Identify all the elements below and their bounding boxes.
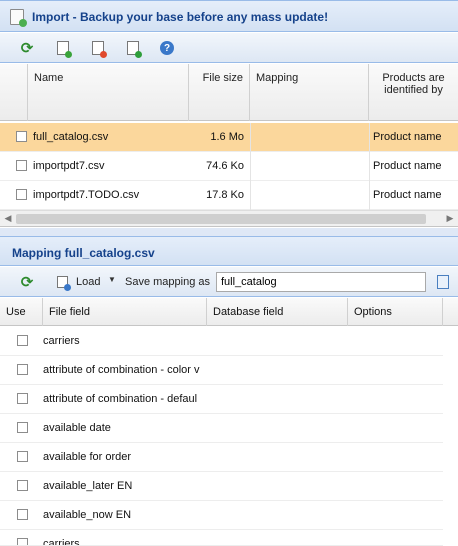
load-button[interactable]: Load — [76, 276, 100, 288]
column-database-field-label: Database field — [213, 306, 284, 318]
import-file-icon — [10, 9, 27, 27]
header-checkbox-column — [0, 64, 28, 121]
scroll-left-icon[interactable]: ◀ — [2, 213, 14, 225]
column-use-label: Use — [6, 306, 26, 318]
import-icon[interactable] — [124, 39, 142, 58]
column-options-label: Options — [354, 306, 392, 318]
use-checkbox[interactable] — [17, 393, 28, 404]
file-field: available date — [43, 422, 111, 434]
mapping-grid-header: Use File field Database field Options — [0, 298, 458, 326]
file-field: attribute of combination - defaul — [43, 393, 198, 405]
identified-by: Product name — [373, 160, 442, 172]
file-field: available_now EN — [43, 509, 132, 521]
column-file-field[interactable]: File field — [43, 298, 207, 326]
column-file-field-label: File field — [49, 306, 90, 318]
file-row[interactable]: importpdt7.TODO.csv 17.8 Ko Product name — [0, 181, 458, 210]
identified-by: Product name — [373, 189, 442, 201]
use-checkbox[interactable] — [17, 335, 28, 346]
load-icon[interactable] — [53, 273, 71, 291]
file-field: carriers — [43, 538, 80, 546]
mapping-toolbar: ⟳ Load ▼ Save mapping as — [0, 267, 458, 297]
file-field: available_later EN — [43, 480, 133, 492]
use-checkbox[interactable] — [17, 538, 28, 545]
file-field: carriers — [43, 335, 80, 347]
mapping-panel-header: Mapping full_catalog.csv — [0, 236, 458, 266]
scroll-thumb[interactable] — [16, 214, 426, 224]
file-row[interactable]: importpdt7.csv 74.6 Ko Product name — [0, 152, 458, 181]
file-name: full_catalog.csv — [33, 131, 109, 143]
mapping-row[interactable]: carriers — [0, 530, 443, 546]
mapping-name-input[interactable] — [216, 272, 426, 292]
mapping-row[interactable]: attribute of combination - color v — [0, 356, 443, 385]
use-checkbox[interactable] — [17, 480, 28, 491]
scroll-right-icon[interactable]: ▶ — [444, 213, 456, 225]
row-checkbox[interactable] — [16, 160, 27, 171]
column-mapping-label: Mapping — [256, 72, 299, 84]
use-checkbox[interactable] — [17, 422, 28, 433]
row-checkbox[interactable] — [16, 189, 27, 200]
column-identified-by[interactable]: Products are identified by — [369, 64, 458, 121]
file-field: attribute of combination - color v — [43, 364, 200, 376]
import-panel-title: Import - Backup your base before any mas… — [32, 10, 329, 24]
file-name: importpdt7.csv — [33, 160, 105, 172]
import-toolbar: ⟳ ? — [0, 33, 458, 63]
column-name[interactable]: Name — [28, 64, 189, 121]
save-mapping-icon[interactable] — [434, 273, 452, 291]
mapping-row[interactable]: available for order — [0, 443, 443, 472]
load-dropdown-icon[interactable]: ▼ — [108, 275, 116, 284]
save-mapping-label: Save mapping as — [125, 276, 210, 288]
column-options[interactable]: Options — [348, 298, 443, 326]
column-identified-by-label: Products are identified by — [382, 72, 445, 96]
mapping-panel-title: Mapping full_catalog.csv — [12, 246, 155, 260]
column-mapping[interactable]: Mapping — [250, 64, 369, 121]
use-checkbox[interactable] — [17, 509, 28, 520]
mapping-row[interactable]: available_now EN — [0, 501, 443, 530]
mapping-row[interactable]: available date — [0, 414, 443, 443]
delete-file-icon[interactable] — [89, 39, 107, 58]
mapping-row[interactable]: available_later EN — [0, 472, 443, 501]
column-file-size-label: File size — [202, 72, 243, 84]
file-size: 74.6 Ko — [206, 160, 244, 172]
help-icon[interactable]: ? — [158, 39, 176, 57]
file-row[interactable]: full_catalog.csv 1.6 Mo Product name — [0, 123, 458, 152]
mapping-row[interactable]: carriers — [0, 327, 443, 356]
refresh-icon[interactable]: ⟳ — [18, 39, 36, 57]
panel-splitter[interactable] — [0, 228, 458, 236]
horizontal-scrollbar[interactable]: ◀ ▶ — [0, 210, 458, 227]
identified-by: Product name — [373, 131, 442, 143]
import-panel-header: Import - Backup your base before any mas… — [0, 0, 458, 32]
file-size: 17.8 Ko — [206, 189, 244, 201]
column-file-size[interactable]: File size — [189, 64, 250, 121]
refresh-icon[interactable]: ⟳ — [18, 273, 36, 291]
use-checkbox[interactable] — [17, 451, 28, 462]
column-database-field[interactable]: Database field — [207, 298, 348, 326]
column-use[interactable]: Use — [0, 298, 43, 326]
column-name-label: Name — [34, 72, 64, 84]
row-checkbox[interactable] — [16, 131, 27, 142]
file-field: available for order — [43, 451, 132, 463]
use-checkbox[interactable] — [17, 364, 28, 375]
files-grid-header: Name File size Mapping Products are iden… — [0, 64, 458, 121]
mapping-row[interactable]: attribute of combination - defaul — [0, 385, 443, 414]
file-size: 1.6 Mo — [210, 131, 244, 143]
file-name: importpdt7.TODO.csv — [33, 189, 140, 201]
add-file-icon[interactable] — [54, 39, 72, 58]
